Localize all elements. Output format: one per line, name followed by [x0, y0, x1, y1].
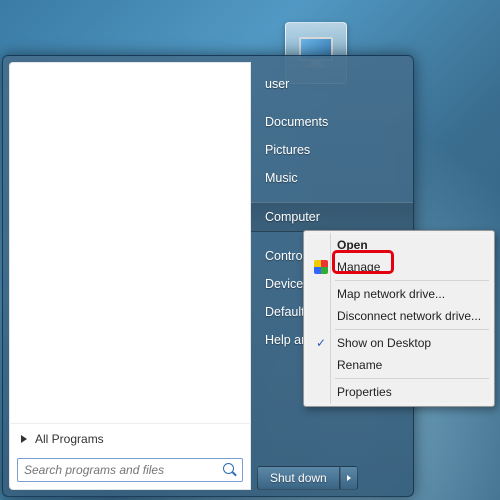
triangle-right-icon: [21, 435, 27, 443]
context-item-open[interactable]: Open: [307, 234, 491, 256]
context-item-rename[interactable]: Rename: [307, 354, 491, 376]
shutdown-options-button[interactable]: [340, 466, 358, 490]
shutdown-button[interactable]: Shut down: [257, 466, 340, 490]
search-input[interactable]: [18, 463, 222, 477]
shield-icon: [313, 259, 329, 275]
search-icon: [222, 462, 238, 478]
check-icon: ✓: [313, 335, 329, 351]
triangle-right-icon: [347, 475, 351, 481]
start-left-panel: All Programs: [9, 62, 251, 490]
right-item-documents[interactable]: Documents: [251, 108, 413, 136]
all-programs-button[interactable]: All Programs: [9, 423, 251, 454]
all-programs-label: All Programs: [35, 432, 104, 446]
right-item-user[interactable]: user: [251, 70, 413, 98]
separator: [335, 378, 489, 379]
context-item-show-desktop[interactable]: ✓ Show on Desktop: [307, 332, 491, 354]
right-item-music[interactable]: Music: [251, 164, 413, 192]
context-menu: Open Manage Map network drive... Disconn…: [303, 230, 495, 407]
right-item-computer[interactable]: Computer: [251, 202, 413, 232]
search-box[interactable]: [17, 458, 243, 482]
context-item-map-drive[interactable]: Map network drive...: [307, 283, 491, 305]
separator: [335, 280, 489, 281]
context-item-manage[interactable]: Manage: [307, 256, 491, 278]
context-item-disconnect-drive[interactable]: Disconnect network drive...: [307, 305, 491, 327]
context-item-properties[interactable]: Properties: [307, 381, 491, 403]
right-item-pictures[interactable]: Pictures: [251, 136, 413, 164]
separator: [335, 329, 489, 330]
